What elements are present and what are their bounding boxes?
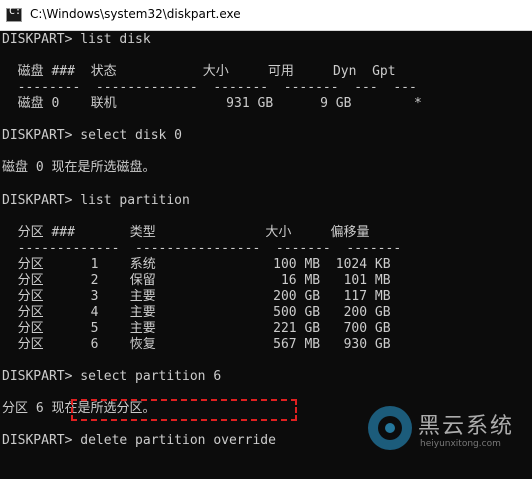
- console-line-current-command: DISKPART> delete partition override: [2, 433, 276, 448]
- console-line: 分区 2 保留 16 MB 101 MB: [2, 273, 391, 288]
- console-line: DISKPART> select disk 0: [2, 128, 183, 143]
- console-line: 磁盘 ### 状态 大小 可用 Dyn Gpt: [2, 64, 396, 79]
- cmd-icon: C:: [6, 6, 22, 22]
- console-line: 分区 4 主要 500 GB 200 GB: [2, 305, 391, 320]
- console-line: 分区 6 恢复 567 MB 930 GB: [2, 337, 391, 352]
- console-line: 分区 ### 类型 大小 偏移量: [2, 225, 370, 240]
- console-line: DISKPART> list disk: [2, 32, 151, 47]
- window-title: C:\Windows\system32\diskpart.exe: [30, 7, 241, 21]
- console-line: 分区 1 系统 100 MB 1024 KB: [2, 257, 391, 272]
- console-line: DISKPART> list partition: [2, 193, 190, 208]
- console-line: 分区 3 主要 200 GB 117 MB: [2, 289, 391, 304]
- console-line: DISKPART> select partition 6: [2, 369, 222, 384]
- command-highlight-box: [71, 399, 297, 421]
- console-line: 分区 5 主要 221 GB 700 GB: [2, 321, 391, 336]
- watermark-logo-icon: [368, 406, 412, 450]
- watermark-brand: 黑云系统: [418, 414, 515, 439]
- watermark: 黑云系统 heiyunxitong.com: [368, 406, 528, 472]
- console-line: 磁盘 0 联机 931 GB 9 GB *: [2, 96, 422, 111]
- title-bar: C: C:\Windows\system32\diskpart.exe: [0, 0, 532, 31]
- console-line: 磁盘 0 现在是所选磁盘。: [2, 160, 156, 175]
- watermark-url: heiyunxitong.com: [420, 439, 501, 449]
- console-line: ------------- ---------------- ------- -…: [2, 241, 402, 256]
- console-line: -------- ------------- ------- ------- -…: [2, 80, 417, 95]
